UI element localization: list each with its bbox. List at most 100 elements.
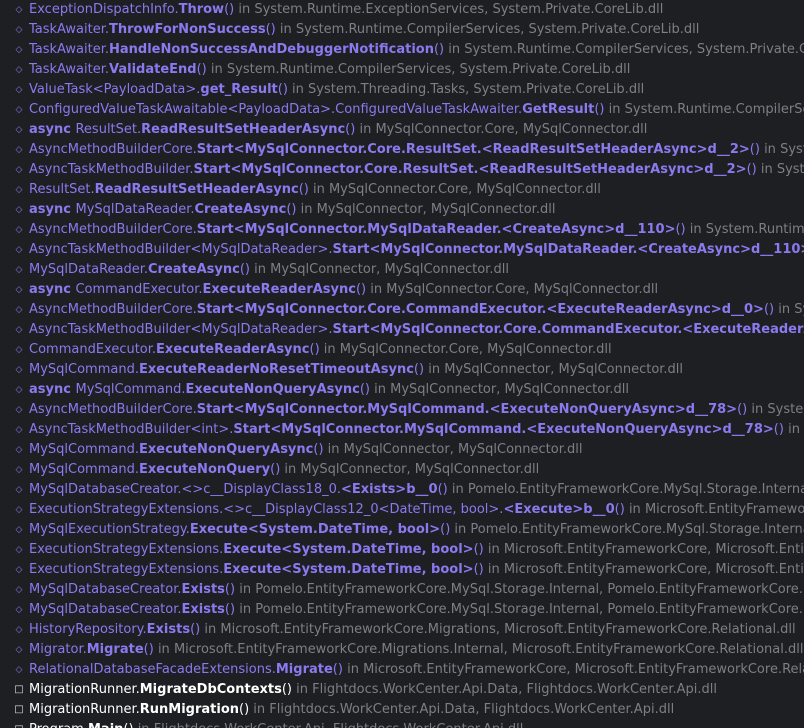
frame-in-word: in [280, 462, 301, 477]
frame-location: System.Runtime.CompilerServices, System.… [464, 42, 804, 57]
frame-location: MySqlConnector, MySqlConnector.dll [444, 362, 684, 377]
frame-method: Throw [178, 2, 225, 17]
frame-method: CreateAsync [148, 262, 240, 277]
frame-args: () [675, 222, 686, 237]
diamond-icon: ◇ [15, 45, 23, 55]
diamond-icon: ◇ [15, 445, 23, 455]
frame-args: () [473, 562, 484, 577]
stack-frame-row[interactable]: ◇ AsyncTaskMethodBuilder<int>.Start<MySql… [0, 420, 804, 440]
frame-type: ResultSet. [29, 182, 95, 197]
frame-args: () [413, 362, 425, 377]
frame-args: () [746, 162, 757, 177]
frame-in-word: in [424, 362, 445, 377]
stack-frame-row[interactable]: ◇ AsyncTaskMethodBuilder<MySqlDataReader>… [0, 240, 804, 260]
stack-frame-row[interactable]: ◇ async MySqlDataReader.CreateAsync() in … [0, 200, 804, 220]
diamond-icon: ◇ [15, 85, 23, 95]
stack-frame-row[interactable]: ◇ AsyncTaskMethodBuilder<MySqlDataReader>… [0, 320, 804, 340]
frame-type: ExceptionDispatchInfo. [29, 2, 179, 17]
frame-args: () [473, 542, 484, 557]
frame-location: System.Runtime.CompilerServices, System.… [226, 62, 631, 77]
frame-in-word: in [296, 202, 317, 217]
frame-method: Exists [181, 602, 225, 617]
stack-frame-row[interactable]: ◇ MySqlDatabaseCreator.<>c__DisplayClass1… [0, 480, 804, 500]
frame-args: () [143, 642, 154, 657]
stack-frame-row[interactable]: ◇ ExecutionStrategyExtensions.Execute<Sys… [0, 540, 804, 560]
frame-type: MySqlCommand. [75, 382, 186, 397]
frame-in-word: in [447, 482, 468, 497]
frame-in-word: in [747, 402, 768, 417]
frame-method: ExecuteNonQuery [138, 462, 271, 477]
frame-location: System.Runtime.CompilerServices, [624, 102, 804, 117]
stack-frame-row[interactable]: ◇ ExecutionStrategyExtensions.Execute<Sys… [0, 560, 804, 580]
stack-frame-row[interactable]: ◇ TaskAwaiter.ThrowForNonSuccess() in Sys… [0, 20, 804, 40]
stack-frame-row[interactable]: ◇ MySqlCommand.ExecuteNonQueryAsync() in … [0, 440, 804, 460]
frame-location: MySqlConnector.Core, MySqlConnector.dll [375, 122, 648, 137]
stack-frame-row[interactable]: ◇ async CommandExecutor.ExecuteReaderAsyn… [0, 280, 804, 300]
stack-frame-row[interactable]: ◇ ResultSet.ReadResultSetHeaderAsync() in… [0, 180, 804, 200]
stack-frame-row[interactable]: ◇ TaskAwaiter.ValidateEnd() in System.Run… [0, 60, 804, 80]
frame-location: Pomelo.EntityFrameworkCore.MySql.Storage… [255, 602, 804, 617]
diamond-icon: ◇ [15, 325, 23, 335]
diamond-icon: ◇ [15, 385, 23, 395]
frame-args: () [270, 462, 281, 477]
stack-frame-row[interactable]: ◇ AsyncMethodBuilderCore.Start<MySqlConne… [0, 400, 804, 420]
frame-method: ExecuteNonQueryAsync [138, 442, 314, 457]
frame-in-word: in [235, 582, 256, 597]
stack-frame-row[interactable]: ◇ async MySqlCommand.ExecuteNonQueryAsync… [0, 380, 804, 400]
frame-method: ExecuteReaderAsync [202, 282, 356, 297]
stack-frame-row[interactable]: ◇ MySqlDatabaseCreator.Exists() in Pomelo… [0, 600, 804, 620]
frame-method: RunMigration [139, 702, 240, 717]
frame-method: ValidateEnd [109, 62, 197, 77]
stack-frame-row[interactable]: ◇ AsyncMethodBuilderCore.Start<MySqlConne… [0, 140, 804, 160]
frame-in-word: in [292, 682, 313, 697]
frame-in-word: in [624, 502, 645, 517]
stack-frame-row[interactable]: ◇ ExceptionDispatchInfo.Throw() in System… [0, 0, 804, 20]
stack-frame-row[interactable]: ◇ ConfiguredValueTaskAwaitable<PayloadDat… [0, 100, 804, 120]
stack-frame-row[interactable]: ◇ HistoryRepository.Exists() in Microsoft… [0, 620, 804, 640]
stack-frame-row[interactable]: ◇ RelationalDatabaseFacadeExtensions.Migr… [0, 660, 804, 680]
frame-in-word: in [774, 302, 795, 317]
stack-frame-row[interactable]: ◇ MySqlDataReader.CreateAsync() in MySqlC… [0, 260, 804, 280]
diamond-icon: ◇ [15, 665, 23, 675]
stack-frame-row[interactable]: ◇ MySqlCommand.ExecuteNonQuery() in MySql… [0, 460, 804, 480]
frame-args: () [281, 682, 293, 697]
diamond-icon: ◇ [15, 585, 23, 595]
frame-in-word: in [366, 282, 387, 297]
frame-args: () [309, 342, 320, 357]
stack-frame-row[interactable]: □ Program.Main() in Flightdocs.WorkCenter… [0, 720, 804, 728]
frame-location: System.Runt [794, 302, 804, 317]
stack-frame-row[interactable]: ◇ ExecutionStrategyExtensions.<>c__Displa… [0, 500, 804, 520]
frame-in-word: in [685, 222, 706, 237]
stack-frame-row[interactable]: □ MigrationRunner.RunMigration() in Fligh… [0, 700, 804, 720]
stack-frame-row[interactable]: ◇ CommandExecutor.ExecuteReaderAsync() in… [0, 340, 804, 360]
frame-method: Start<MySqlConnector.MySqlCommand.<Execu… [233, 422, 774, 437]
diamond-icon: ◇ [15, 645, 23, 655]
stack-frame-row[interactable]: ◇ Migrator.Migrate() in Microsoft.EntityF… [0, 640, 804, 660]
frame-location: MySqlConnector.Core, MySqlConnector.dll [328, 182, 601, 197]
frame-location: Microsoft.EntityFrameworkCore, Microsoft… [363, 662, 804, 677]
stack-frame-row[interactable]: ◇ MySqlDatabaseCreator.Exists() in Pomelo… [0, 580, 804, 600]
frame-location: Microsoft.EntityFrameworkCore, Microsoft… [503, 542, 804, 557]
frame-method: ExecuteReaderNoResetTimeoutAsync [138, 362, 414, 377]
frame-location: Pomelo.EntityFrameworkCore.MySql.Storage… [467, 482, 804, 497]
frame-type: CommandExecutor. [29, 342, 157, 357]
stack-frame-row[interactable]: ◇ AsyncTaskMethodBuilder.Start<MySqlConne… [0, 160, 804, 180]
stack-frame-row[interactable]: ◇ AsyncMethodBuilderCore.Start<MySqlConne… [0, 220, 804, 240]
stack-frame-row[interactable]: ◇ AsyncMethodBuilderCore.Start<MySqlConne… [0, 300, 804, 320]
frame-method: Migrate [275, 662, 333, 677]
stack-frame-row[interactable]: □ MigrationRunner.MigrateDbContexts() in … [0, 680, 804, 700]
stack-frame-row[interactable]: ◇ TaskAwaiter.HandleNonSuccessAndDebugger… [0, 40, 804, 60]
frame-type: AsyncMethodBuilderCore. [29, 302, 197, 317]
frame-type: MySqlCommand. [29, 362, 139, 377]
frame-args: () [239, 702, 250, 717]
frame-type: ValueTask<PayloadData>. [29, 82, 201, 97]
frame-method: ExecuteReaderAsync [156, 342, 310, 357]
stack-frame-row[interactable]: ◇ ValueTask<PayloadData>.get_Result() in … [0, 80, 804, 100]
stack-frames-list: ◇ ExceptionDispatchInfo.Throw () in System… [0, 0, 804, 728]
frame-method: HandleNonSuccessAndDebuggerNotification [109, 42, 434, 57]
stack-frame-row[interactable]: ◇ async ResultSet.ReadResultSetHeaderAsyn… [0, 120, 804, 140]
frame-in-word: in [134, 722, 154, 728]
stack-frame-row[interactable]: ◇ MySqlExecutionStrategy.Execute<System.D… [0, 520, 804, 540]
frame-type: HistoryRepository. [29, 622, 147, 637]
stack-frame-row[interactable]: ◇ MySqlCommand.ExecuteReaderNoResetTimeou… [0, 360, 804, 380]
